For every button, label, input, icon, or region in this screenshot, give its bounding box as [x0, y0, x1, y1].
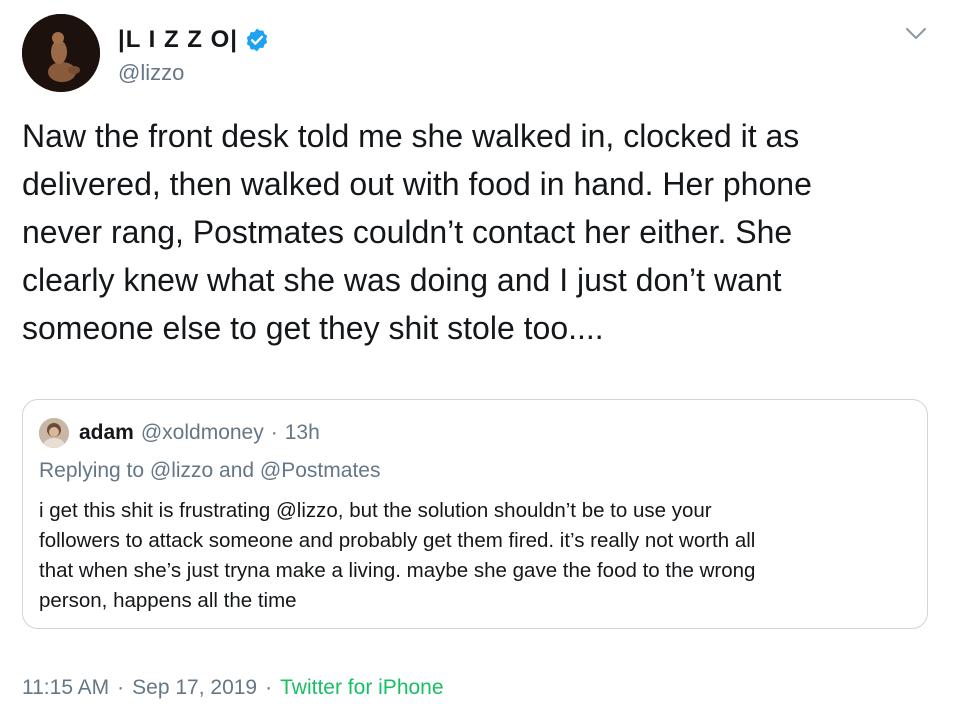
tweet-menu-button[interactable]: [902, 22, 930, 46]
quoted-tweet-text: i get this shit is frustrating @lizzo, b…: [39, 499, 756, 612]
tweet-source-link[interactable]: Twitter for iPhone: [280, 674, 443, 702]
author-avatar[interactable]: [22, 14, 100, 92]
meta-separator: ·: [117, 676, 125, 699]
avatar-image: [22, 14, 100, 92]
chevron-down-icon: [906, 28, 926, 39]
tweet-date[interactable]: Sep 17, 2019: [132, 674, 257, 702]
quoted-timestamp[interactable]: 13h: [285, 420, 320, 446]
quoted-tweet[interactable]: adam @xoldmoney · 13h Replying to @lizzo…: [22, 399, 928, 629]
tweet-card: |L I Z Z O| @lizzo Naw the front desk to…: [0, 0, 954, 714]
quoted-header: adam @xoldmoney · 13h: [79, 420, 320, 446]
author-handle[interactable]: @lizzo: [118, 60, 184, 86]
author-display-name[interactable]: |L I Z Z O|: [118, 26, 238, 54]
tweet-meta: 11:15 AM · Sep 17, 2019 · Twitter for iP…: [22, 674, 444, 702]
tweet-text: Naw the front desk told me she walked in…: [22, 118, 812, 346]
quoted-separator: ·: [270, 421, 278, 444]
quoted-avatar-image: [39, 418, 69, 448]
quoted-author-name[interactable]: adam: [79, 420, 134, 446]
verified-badge-icon: [244, 27, 270, 53]
quoted-replying-to: Replying to @lizzo and @Postmates: [39, 459, 381, 482]
author-display-name-row: |L I Z Z O|: [118, 26, 270, 54]
tweet-time[interactable]: 11:15 AM: [22, 674, 109, 702]
quoted-author-handle[interactable]: @xoldmoney: [141, 420, 264, 446]
quoted-author-avatar[interactable]: [39, 418, 69, 448]
meta-separator-2: ·: [265, 676, 273, 699]
